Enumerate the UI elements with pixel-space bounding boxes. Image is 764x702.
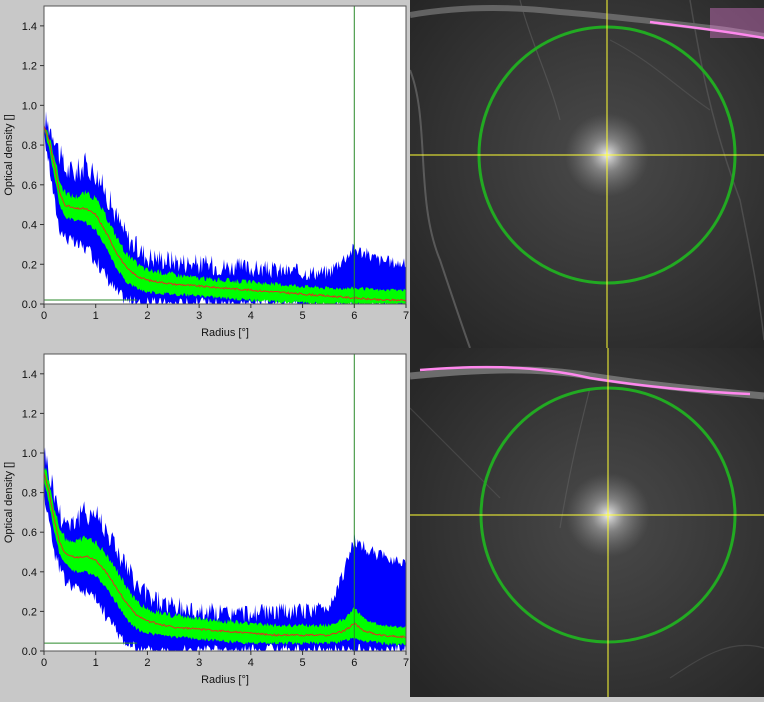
chart-bottom: 0 1 2 3 4 5 6 7 0.0 0.2 0.4 0.6 0.8 1.0 1.2 1.4 Radius [… bbox=[3, 353, 409, 686]
y-tick-label: 1.0 bbox=[22, 448, 37, 460]
y-tick-label: 1.4 bbox=[22, 21, 37, 33]
y-tick-label: 0.4 bbox=[22, 220, 37, 232]
y-axis-label: Optical density [] bbox=[3, 114, 15, 195]
x-tick-label: 4 bbox=[248, 310, 254, 322]
x-tick-label: 2 bbox=[144, 657, 150, 669]
x-tick-label: 6 bbox=[351, 657, 357, 669]
y-tick-label: 0.2 bbox=[22, 259, 37, 271]
y-tick-label: 1.4 bbox=[22, 369, 37, 381]
x-axis-label: Radius [°] bbox=[201, 674, 249, 686]
x-tick-label: 3 bbox=[196, 657, 202, 669]
x-tick-label: 7 bbox=[403, 657, 409, 669]
y-tick-label: 0.6 bbox=[22, 180, 37, 192]
x-axis-label: Radius [°] bbox=[201, 327, 249, 339]
x-tick-label: 6 bbox=[351, 310, 357, 322]
x-tick-label: 7 bbox=[403, 310, 409, 322]
x-tick-label: 1 bbox=[93, 657, 99, 669]
fundus-image-bottom-svg bbox=[410, 348, 764, 697]
y-axis-label: Optical density [] bbox=[3, 462, 15, 543]
y-tick-label: 1.0 bbox=[22, 100, 37, 112]
y-tick-label: 0.0 bbox=[22, 299, 37, 311]
chart-top: 0 1 2 3 4 5 6 7 0.0 0.2 0.4 0.6 0.8 1.0 1.2 1.4 Radius [… bbox=[3, 5, 409, 339]
x-tick-label: 5 bbox=[300, 310, 306, 322]
y-tick-label: 1.2 bbox=[22, 408, 37, 420]
x-tick-label: 5 bbox=[300, 657, 306, 669]
fundus-image-bottom bbox=[410, 348, 764, 697]
y-tick-label: 1.2 bbox=[22, 61, 37, 73]
fundus-image-top bbox=[410, 0, 764, 348]
fundus-image-top-svg bbox=[410, 0, 764, 348]
y-tick-label: 0.8 bbox=[22, 140, 37, 152]
y-tick-label: 0.8 bbox=[22, 488, 37, 500]
chart-bottom-panel: 0 1 2 3 4 5 6 7 0.0 0.2 0.4 0.6 0.8 1.0 1.2 1.4 Radius [… bbox=[0, 348, 410, 697]
x-tick-label: 4 bbox=[248, 657, 254, 669]
y-tick-label: 0.4 bbox=[22, 567, 37, 579]
x-tick-label: 1 bbox=[93, 310, 99, 322]
y-tick-label: 0.0 bbox=[22, 646, 37, 658]
y-tick-label: 0.2 bbox=[22, 606, 37, 618]
x-tick-label: 0 bbox=[41, 310, 47, 322]
y-tick-label: 0.6 bbox=[22, 527, 37, 539]
x-tick-label: 2 bbox=[144, 310, 150, 322]
chart-top-panel: 0 1 2 3 4 5 6 7 0.0 0.2 0.4 0.6 0.8 1.0 1.2 1.4 Radius [… bbox=[0, 0, 410, 348]
x-tick-label: 0 bbox=[41, 657, 47, 669]
x-tick-label: 3 bbox=[196, 310, 202, 322]
